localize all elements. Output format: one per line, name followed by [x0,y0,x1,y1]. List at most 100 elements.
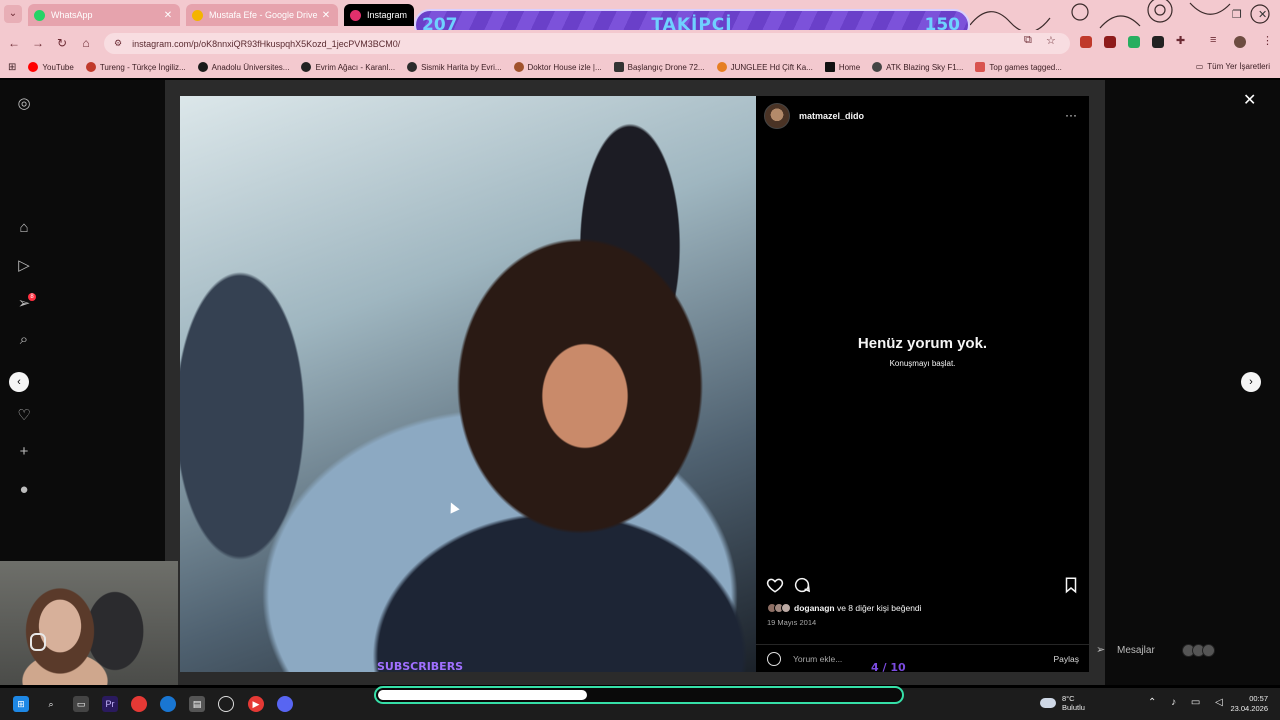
premiere-pro-icon[interactable]: Pr [102,696,118,712]
system-tray[interactable]: ⌃ ♪ ▭ ◁ [1148,697,1229,708]
whatsapp-icon [34,9,45,21]
bookmark-atk[interactable]: ATK Blazing Sky F1... [872,62,963,72]
no-comments-title: Henüz yorum yok. [857,335,988,352]
chrome-icon[interactable] [131,696,147,712]
tab-close-icon[interactable]: ✕ [320,10,332,21]
liker-username[interactable]: doganagn [794,603,835,613]
bookmark-anadolu[interactable]: Anadolu Üniversites... [197,62,289,72]
close-window-icon[interactable]: ✕ [1258,8,1267,21]
address-bar[interactable]: ⚙ instagram.com/p/oK8nnxiQR93fHkuspqhX5K… [104,33,1070,54]
extension-icon[interactable] [1104,36,1116,48]
apps-grid-icon[interactable]: ⊞ [8,62,16,73]
bookmarks-bar: ⊞ YouTube Tureng - Türkçe İngiliz... Ana… [0,56,1280,78]
instagram-logo-icon[interactable]: ◎ [14,94,34,114]
carousel-counter: 4 / 10 [871,661,906,674]
media-controls-icon[interactable]: ≡ [1210,34,1216,46]
tab-whatsapp[interactable]: WhatsApp ✕ [28,4,180,26]
edge-icon[interactable] [160,696,176,712]
bookmark-sismik-harita[interactable]: Sismik Harita by Evri... [407,62,502,72]
comment-bubble-icon[interactable] [793,576,811,594]
comment-composer: Paylaş [756,644,1089,672]
tab-instagram[interactable]: Instagram [344,4,414,26]
more-options-icon[interactable]: ··· [1065,108,1077,122]
search-icon[interactable]: ⌕ [43,696,59,712]
instagram-icon [350,9,361,21]
anadolu-icon [197,62,208,72]
liker-avatar [781,603,791,613]
chrome-menu-icon[interactable]: ⋮ [1262,34,1273,47]
forward-icon[interactable]: → [30,35,46,51]
cloud-icon [1040,698,1056,708]
reels-icon[interactable]: ▷ [14,256,34,276]
bookmark-top-games[interactable]: Top games tagged... [975,62,1062,72]
store-icon[interactable]: ▤ [189,696,205,712]
bookmark-drone[interactable]: Başlangıç Drone 72... [613,62,705,72]
likes-summary[interactable]: doganagn ve 8 diğer kişi beğendi [767,603,922,613]
webcam-overlay [0,561,178,685]
message-avatars [1181,643,1215,657]
clock[interactable]: 00:57 23.04.2026 [1230,694,1268,714]
bookmark-tureng[interactable]: Tureng - Türkçe İngiliz... [85,62,186,72]
reload-icon[interactable]: ↻ [54,35,70,51]
start-windows-icon[interactable]: ⊞ [13,696,29,712]
bookmark-youtube[interactable]: YouTube [28,62,74,72]
share-button[interactable]: Paylaş [1053,654,1079,664]
tab-search-button[interactable]: ⌄ [4,5,22,23]
bookmark-star-icon[interactable]: ☆ [1046,34,1056,47]
bookmark-label: Doktor House izle |... [527,62,602,72]
all-bookmarks-folder[interactable]: ▭ Tüm Yer İşaretleri [1196,62,1270,71]
bookmark-label: ATK Blazing Sky F1... [886,62,964,72]
bookmark-label: JUNGLEE Hd Çift Ka... [730,62,813,72]
bookmark-label: Home [838,62,861,72]
message-avatar [1201,643,1215,657]
bookmark-evrim-agaci[interactable]: Evrim Ağacı - Karanl... [301,62,395,72]
extensions-puzzle-icon[interactable]: ✚ [1176,34,1185,47]
likes-text: doganagn ve 8 diğer kişi beğendi [794,603,922,613]
bookmark-doktor-house[interactable]: Doktor House izle |... [513,62,602,72]
bookmark-junglee[interactable]: JUNGLEE Hd Çift Ka... [716,62,813,72]
save-bookmark-icon[interactable] [1062,576,1080,594]
back-icon[interactable]: ← [6,35,22,51]
extension-icon[interactable] [1152,36,1164,48]
comment-input[interactable] [793,653,1054,664]
tab-close-icon[interactable]: ✕ [162,10,174,21]
profile-avatar[interactable]: ● [14,480,34,500]
site-info-icon[interactable]: ⚙ [114,38,122,49]
media-player-icon[interactable]: ▶ [248,696,264,712]
messages-button[interactable]: ➢ Mesajlar [1096,636,1244,664]
google-drive-icon [192,9,203,21]
obs-icon[interactable] [218,696,234,712]
tab-google-drive[interactable]: Mustafa Efe - Google Drive ✕ [186,4,338,26]
task-view-icon[interactable]: ▭ [73,696,89,712]
emoji-icon[interactable] [767,651,781,666]
stream-progress-fill [378,690,587,700]
install-app-icon[interactable]: ⧉ [1024,34,1032,47]
weather-condition: Bulutlu [1062,703,1085,712]
stream-progress-bar [374,686,904,704]
post-date: 19 Mayıs 2014 [767,618,817,627]
author-username[interactable]: matmazel_dido [799,111,864,121]
post-photo[interactable] [180,96,756,672]
junglee-icon [716,62,727,72]
weather-widget[interactable]: 8°C Bulutlu [1040,694,1085,712]
profile-avatar[interactable] [1234,36,1246,48]
doktor-house-icon [513,62,524,72]
previous-post-arrow-icon[interactable]: ‹ [9,372,29,392]
globe-icon [407,62,418,72]
create-plus-icon[interactable]: + [14,442,34,462]
google-icon [872,62,883,72]
close-post-icon[interactable]: ✕ [1243,90,1256,110]
shield-extension-icon[interactable] [1128,36,1140,48]
author-avatar[interactable] [764,103,790,129]
bookmark-home[interactable]: Home [824,62,861,72]
discord-icon[interactable] [277,696,293,712]
like-heart-icon[interactable] [766,576,784,594]
notifications-heart-icon[interactable]: ♡ [14,406,34,426]
extension-icon[interactable] [1080,36,1092,48]
next-post-arrow-icon[interactable]: › [1241,372,1261,392]
restore-window-icon[interactable]: ❐ [1232,8,1242,21]
clock-date: 23.04.2026 [1230,704,1268,713]
home-icon[interactable]: ⌂ [14,218,34,238]
search-icon[interactable]: ⌕ [14,330,34,350]
home-icon[interactable]: ⌂ [78,35,94,51]
